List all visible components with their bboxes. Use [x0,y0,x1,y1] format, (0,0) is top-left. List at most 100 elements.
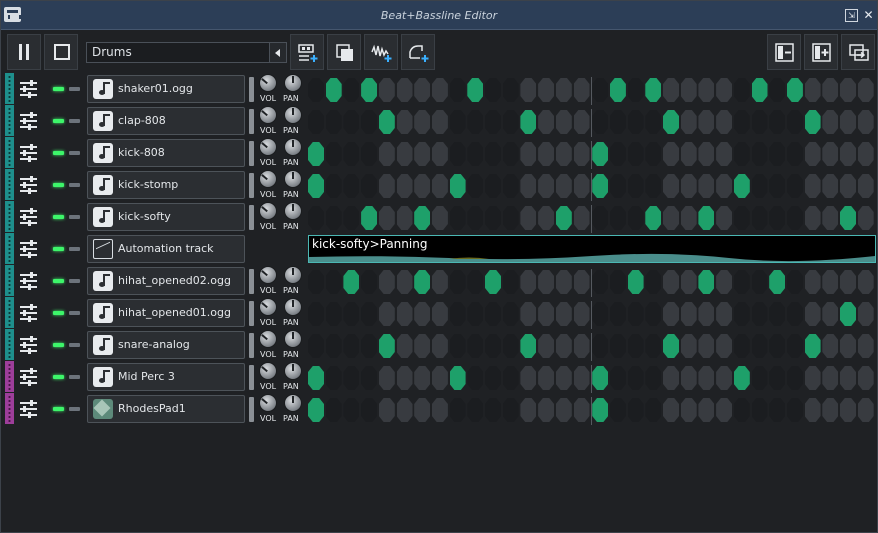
solo-toggle[interactable] [69,151,80,155]
track-grip-handle[interactable] [5,201,14,232]
step-button[interactable] [751,174,768,198]
step-button[interactable] [308,334,324,358]
step-button[interactable] [467,270,484,294]
step-button[interactable] [733,110,750,134]
step-button[interactable] [840,110,856,134]
step-button[interactable] [822,174,839,198]
step-button[interactable] [680,78,697,102]
step-button[interactable] [555,142,572,166]
step-button[interactable] [414,270,431,294]
step-button[interactable] [840,270,856,294]
track-name-button[interactable]: hihat_opened02.ogg [87,267,245,295]
step-button[interactable] [592,398,609,422]
step-button[interactable] [573,334,590,358]
mixer-channel-icon[interactable] [19,208,38,226]
step-button[interactable] [485,302,501,326]
step-button[interactable] [414,334,431,358]
step-button[interactable] [378,206,395,230]
step-button[interactable] [538,366,555,390]
step-button[interactable] [609,174,626,198]
step-button[interactable] [502,270,519,294]
step-button[interactable] [609,270,626,294]
step-button[interactable] [716,366,733,390]
step-button[interactable] [538,270,555,294]
mixer-channel-icon[interactable] [19,368,38,386]
step-button[interactable] [485,366,501,390]
step-button[interactable] [431,174,448,198]
step-button[interactable] [308,174,324,198]
step-button[interactable] [751,302,768,326]
step-button[interactable] [325,142,342,166]
step-button[interactable] [414,142,431,166]
step-button[interactable] [680,142,697,166]
step-button[interactable] [645,302,662,326]
step-button[interactable] [609,398,626,422]
step-button[interactable] [485,334,501,358]
step-button[interactable] [485,78,501,102]
step-button[interactable] [308,142,324,166]
step-button[interactable] [733,398,750,422]
step-button[interactable] [733,206,750,230]
step-button[interactable] [431,142,448,166]
step-button[interactable] [555,110,572,134]
step-button[interactable] [663,78,679,102]
step-button[interactable] [520,142,537,166]
restore-button[interactable]: ⇲ [845,9,858,22]
step-button[interactable] [609,78,626,102]
step-button[interactable] [573,302,590,326]
step-button[interactable] [645,398,662,422]
step-button[interactable] [645,206,662,230]
step-button[interactable] [573,174,590,198]
step-button[interactable] [680,110,697,134]
step-button[interactable] [378,302,395,326]
step-button[interactable] [449,78,466,102]
step-button[interactable] [751,78,768,102]
step-button[interactable] [645,110,662,134]
step-button[interactable] [538,78,555,102]
step-button[interactable] [520,302,537,326]
panning-knob[interactable] [284,394,302,412]
step-button[interactable] [840,142,856,166]
step-button[interactable] [769,110,786,134]
step-button[interactable] [716,78,733,102]
step-button[interactable] [592,110,609,134]
panning-knob[interactable] [284,266,302,284]
step-button[interactable] [361,206,378,230]
mute-toggle[interactable] [53,279,64,283]
step-button[interactable] [502,302,519,326]
step-button[interactable] [361,334,378,358]
step-button[interactable] [627,366,644,390]
step-button[interactable] [663,142,679,166]
track-name-button[interactable]: hihat_opened01.ogg [87,299,245,327]
step-button[interactable] [431,78,448,102]
step-button[interactable] [520,174,537,198]
step-button[interactable] [627,78,644,102]
step-button[interactable] [716,110,733,134]
step-button[interactable] [698,334,715,358]
step-button[interactable] [520,334,537,358]
step-button[interactable] [449,366,466,390]
step-button[interactable] [716,398,733,422]
step-button[interactable] [396,142,413,166]
step-button[interactable] [716,142,733,166]
step-button[interactable] [502,334,519,358]
clone-steps-button[interactable] [841,34,875,70]
step-button[interactable] [431,366,448,390]
step-button[interactable] [325,206,342,230]
solo-toggle[interactable] [69,247,80,251]
track-grip-handle[interactable] [5,105,14,136]
step-button[interactable] [414,174,431,198]
mixer-channel-icon[interactable] [19,336,38,354]
step-button[interactable] [769,142,786,166]
step-button[interactable] [325,110,342,134]
step-button[interactable] [449,206,466,230]
step-button[interactable] [698,110,715,134]
stop-button[interactable] [44,34,78,70]
step-button[interactable] [308,366,324,390]
track-name-button[interactable]: snare-analog [87,331,245,359]
step-button[interactable] [502,398,519,422]
mute-toggle[interactable] [53,119,64,123]
step-button[interactable] [733,302,750,326]
volume-knob[interactable] [259,266,277,284]
step-button[interactable] [609,366,626,390]
